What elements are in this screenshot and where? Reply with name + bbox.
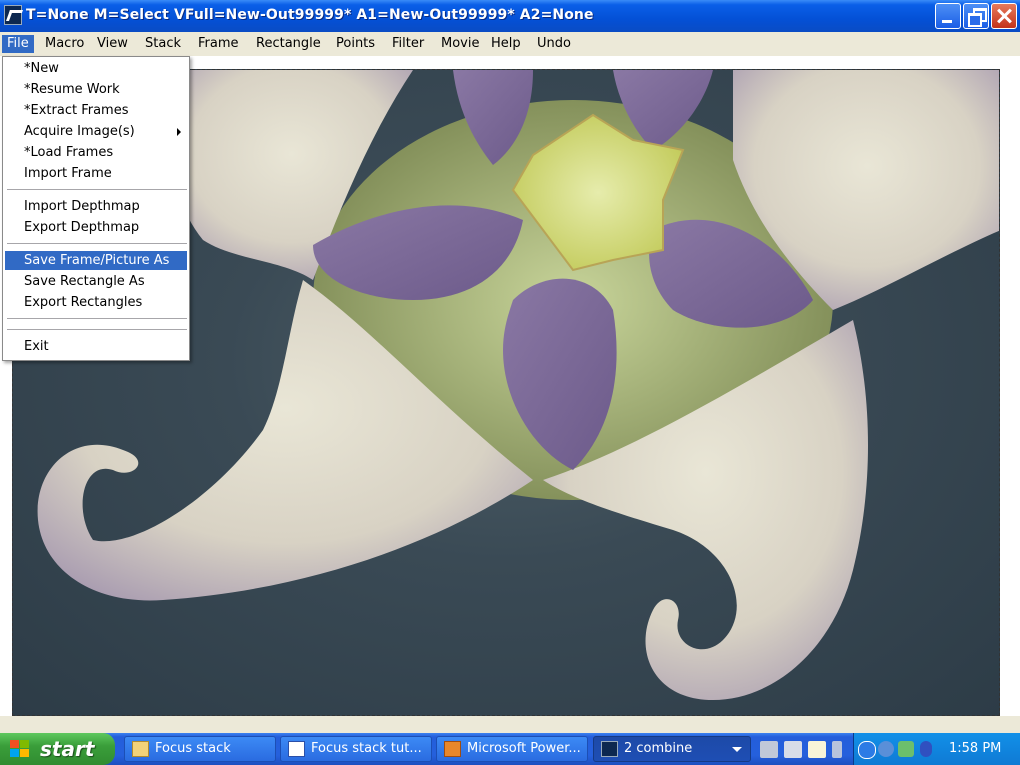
menu-filter[interactable]: Filter [387, 35, 429, 53]
powerpoint-icon [444, 741, 461, 757]
menu-acquire-images-label: Acquire Image(s) [24, 124, 135, 139]
task-label: Microsoft Power... [467, 741, 581, 756]
menu-resume-work[interactable]: *Resume Work [5, 80, 187, 99]
task-focus-stack-tutorial[interactable]: Focus stack tut... [280, 736, 432, 762]
menu-separator [7, 189, 187, 190]
menu-save-rectangle-as[interactable]: Save Rectangle As [5, 272, 187, 291]
word-document-icon [288, 741, 305, 757]
taskbar: start Focus stack Focus stack tut... Mic… [0, 733, 1020, 765]
menu-rectangle[interactable]: Rectangle [251, 35, 326, 53]
windows-logo-icon [10, 740, 30, 758]
info-icon[interactable] [832, 741, 842, 758]
restore-button[interactable] [963, 3, 989, 29]
display-icon[interactable] [784, 741, 802, 758]
menu-bar: File Macro View Stack Frame Rectangle Po… [0, 32, 1020, 56]
folder-icon [132, 741, 149, 757]
menu-separator [7, 318, 187, 319]
clock[interactable]: 1:58 PM [949, 741, 1001, 756]
menu-import-depthmap[interactable]: Import Depthmap [5, 197, 187, 216]
app-icon[interactable] [4, 5, 22, 25]
close-button[interactable] [991, 3, 1017, 29]
menu-separator [7, 243, 187, 244]
task-microsoft-powerpoint[interactable]: Microsoft Power... [436, 736, 588, 762]
chevron-left-icon[interactable] [858, 741, 876, 759]
menu-export-rectangles[interactable]: Export Rectangles [5, 293, 187, 312]
menu-help[interactable]: Help [486, 35, 526, 53]
start-button[interactable]: start [0, 733, 115, 765]
window-title: T=None M=Select VFull=New-Out99999* A1=N… [26, 7, 594, 23]
bluetooth-icon[interactable] [920, 741, 932, 757]
help-icon[interactable] [808, 741, 826, 758]
title-bar: T=None M=Select VFull=New-Out99999* A1=N… [0, 0, 1020, 32]
system-tray: 1:58 PM [853, 733, 1020, 765]
network-icon[interactable] [878, 741, 894, 757]
menu-export-depthmap[interactable]: Export Depthmap [5, 218, 187, 237]
menu-frame[interactable]: Frame [193, 35, 244, 53]
menu-import-frame[interactable]: Import Frame [5, 164, 187, 183]
chevron-down-icon[interactable] [732, 747, 742, 752]
task-combine-group[interactable]: 2 combine [593, 736, 751, 762]
menu-exit[interactable]: Exit [5, 337, 187, 356]
task-label: 2 combine [624, 741, 693, 756]
app-icon [601, 741, 618, 757]
menu-points[interactable]: Points [331, 35, 380, 53]
security-icon[interactable] [898, 741, 914, 757]
menu-stack[interactable]: Stack [140, 35, 186, 53]
start-label: start [40, 737, 95, 761]
menu-extract-frames[interactable]: *Extract Frames [5, 101, 187, 120]
minimize-button[interactable] [935, 3, 961, 29]
dropper-icon[interactable] [760, 741, 778, 758]
menu-save-frame-picture-as[interactable]: Save Frame/Picture As [5, 251, 187, 270]
menu-movie[interactable]: Movie [436, 35, 484, 53]
file-menu-dropdown: *New *Resume Work *Extract Frames Acquir… [2, 56, 190, 361]
menu-acquire-images[interactable]: Acquire Image(s) [5, 122, 187, 141]
task-focus-stack[interactable]: Focus stack [124, 736, 276, 762]
submenu-arrow-icon [177, 128, 181, 136]
task-label: Focus stack tut... [311, 741, 422, 756]
menu-view[interactable]: View [92, 35, 133, 53]
menu-macro[interactable]: Macro [40, 35, 89, 53]
menu-separator [7, 329, 187, 330]
menu-new[interactable]: *New [5, 59, 187, 78]
minimize-icon [936, 4, 960, 28]
close-icon [992, 4, 1016, 28]
menu-file[interactable]: File [2, 35, 34, 53]
menu-load-frames[interactable]: *Load Frames [5, 143, 187, 162]
restore-icon [964, 4, 988, 28]
task-label: Focus stack [155, 741, 231, 756]
menu-undo[interactable]: Undo [532, 35, 576, 53]
